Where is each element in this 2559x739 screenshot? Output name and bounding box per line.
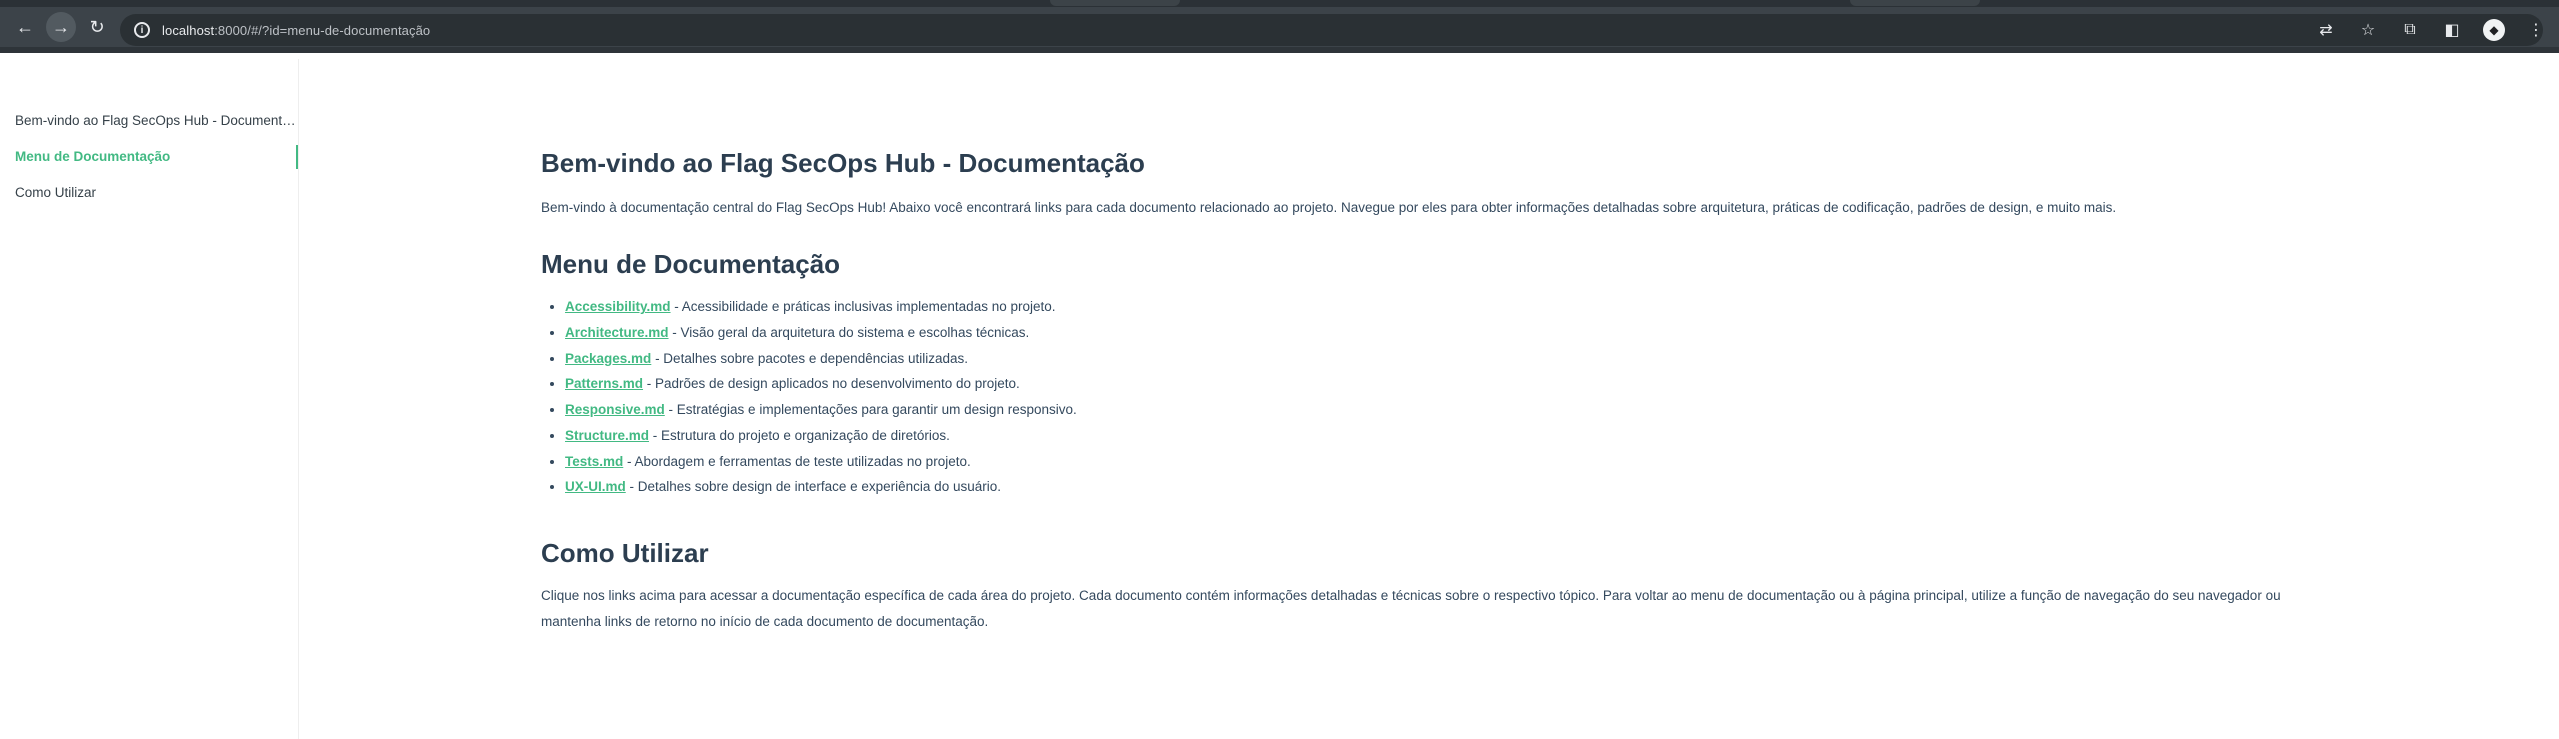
url-text[interactable]: localhost:8000/#/?id=menu-de-documentaçã…	[162, 23, 430, 38]
doc-description: - Detalhes sobre pacotes e dependências …	[651, 350, 969, 366]
usage-heading[interactable]: Como Utilizar	[541, 538, 2291, 569]
back-icon[interactable]: ←	[10, 12, 40, 42]
doc-description: - Estratégias e implementações para gara…	[664, 402, 1077, 418]
list-item: Patterns.md - Padrões de design aplicado…	[565, 371, 2291, 397]
list-item: Accessibility.md - Acessibilidade e prát…	[565, 294, 2291, 320]
url-host: localhost	[162, 22, 215, 38]
list-item: Structure.md - Estrutura do projeto e or…	[565, 423, 2291, 449]
list-item: Responsive.md - Estratégias e implementa…	[565, 397, 2291, 423]
docs-list: Accessibility.md - Acessibilidade e prát…	[541, 294, 2291, 500]
profile-icon[interactable]: ◆	[2483, 19, 2505, 41]
page-title[interactable]: Bem-vindo ao Flag SecOps Hub - Documenta…	[541, 148, 2291, 179]
toolbar-actions: ⇄ ☆ ⧉ ◧ ◆ ⋮	[2315, 14, 2547, 46]
reload-icon[interactable]: ↻	[82, 12, 112, 42]
sidebar-item-como-utilizar[interactable]: Como Utilizar	[0, 175, 298, 211]
tab-strip	[0, 0, 2559, 7]
browser-toolbar: ← → ↻ i localhost:8000/#/?id=menu-de-doc…	[0, 7, 2559, 53]
address-bar[interactable]: i localhost:8000/#/?id=menu-de-documenta…	[120, 14, 2543, 46]
url-path: :8000/#/?id=menu-de-documentação	[214, 22, 431, 38]
doc-link-structure[interactable]: Structure.md	[565, 428, 649, 443]
doc-description: - Padrões de design aplicados no desenvo…	[643, 376, 1020, 392]
tab-indicator	[1850, 0, 1980, 6]
extensions-icon[interactable]: ⧉	[2399, 21, 2421, 39]
site-info-icon[interactable]: i	[134, 22, 150, 38]
doc-link-patterns[interactable]: Patterns.md	[565, 376, 643, 391]
menu-heading[interactable]: Menu de Documentação	[541, 249, 2291, 280]
sidebar-item-bem-vindo[interactable]: Bem-vindo ao Flag SecOps Hub - Documenta…	[0, 103, 298, 139]
intro-paragraph: Bem-vindo à documentação central do Flag…	[541, 200, 2117, 216]
translate-icon[interactable]: ⇄	[2315, 20, 2337, 40]
list-item: UX-UI.md - Detalhes sobre design de inte…	[565, 474, 2291, 500]
list-item: Packages.md - Detalhes sobre pacotes e d…	[565, 346, 2291, 372]
list-item: Tests.md - Abordagem e ferramentas de te…	[565, 449, 2291, 475]
doc-link-ux-ui[interactable]: UX-UI.md	[565, 479, 626, 494]
doc-description: - Detalhes sobre design de interface e e…	[625, 479, 1001, 495]
doc-description: - Visão geral da arquitetura do sistema …	[668, 325, 1030, 341]
menu-icon[interactable]: ⋮	[2525, 20, 2547, 40]
doc-link-responsive[interactable]: Responsive.md	[565, 402, 665, 417]
doc-link-packages[interactable]: Packages.md	[565, 351, 651, 366]
markdown-content: Bem-vindo ao Flag SecOps Hub - Documenta…	[541, 59, 2291, 635]
doc-link-accessibility[interactable]: Accessibility.md	[565, 299, 671, 314]
star-icon[interactable]: ☆	[2357, 20, 2379, 40]
sidebar-item-menu-de-documentacao[interactable]: Menu de Documentação	[0, 139, 298, 175]
list-item: Architecture.md - Visão geral da arquite…	[565, 320, 2291, 346]
page: Bem-vindo ao Flag SecOps Hub - Documenta…	[0, 59, 2559, 739]
forward-icon[interactable]: →	[46, 12, 76, 42]
doc-description: - Abordagem e ferramentas de teste utili…	[623, 453, 971, 469]
sidebar-icon[interactable]: ◧	[2441, 20, 2463, 40]
sidebar: Bem-vindo ao Flag SecOps Hub - Documenta…	[0, 59, 299, 739]
doc-link-tests[interactable]: Tests.md	[565, 454, 623, 469]
usage-paragraph: Clique nos links acima para acessar a do…	[541, 588, 2281, 630]
doc-description: - Estrutura do projeto e organização de …	[649, 427, 950, 443]
doc-description: - Acessibilidade e práticas inclusivas i…	[670, 299, 1056, 315]
doc-link-architecture[interactable]: Architecture.md	[565, 325, 669, 340]
tab-indicator	[1050, 0, 1180, 6]
